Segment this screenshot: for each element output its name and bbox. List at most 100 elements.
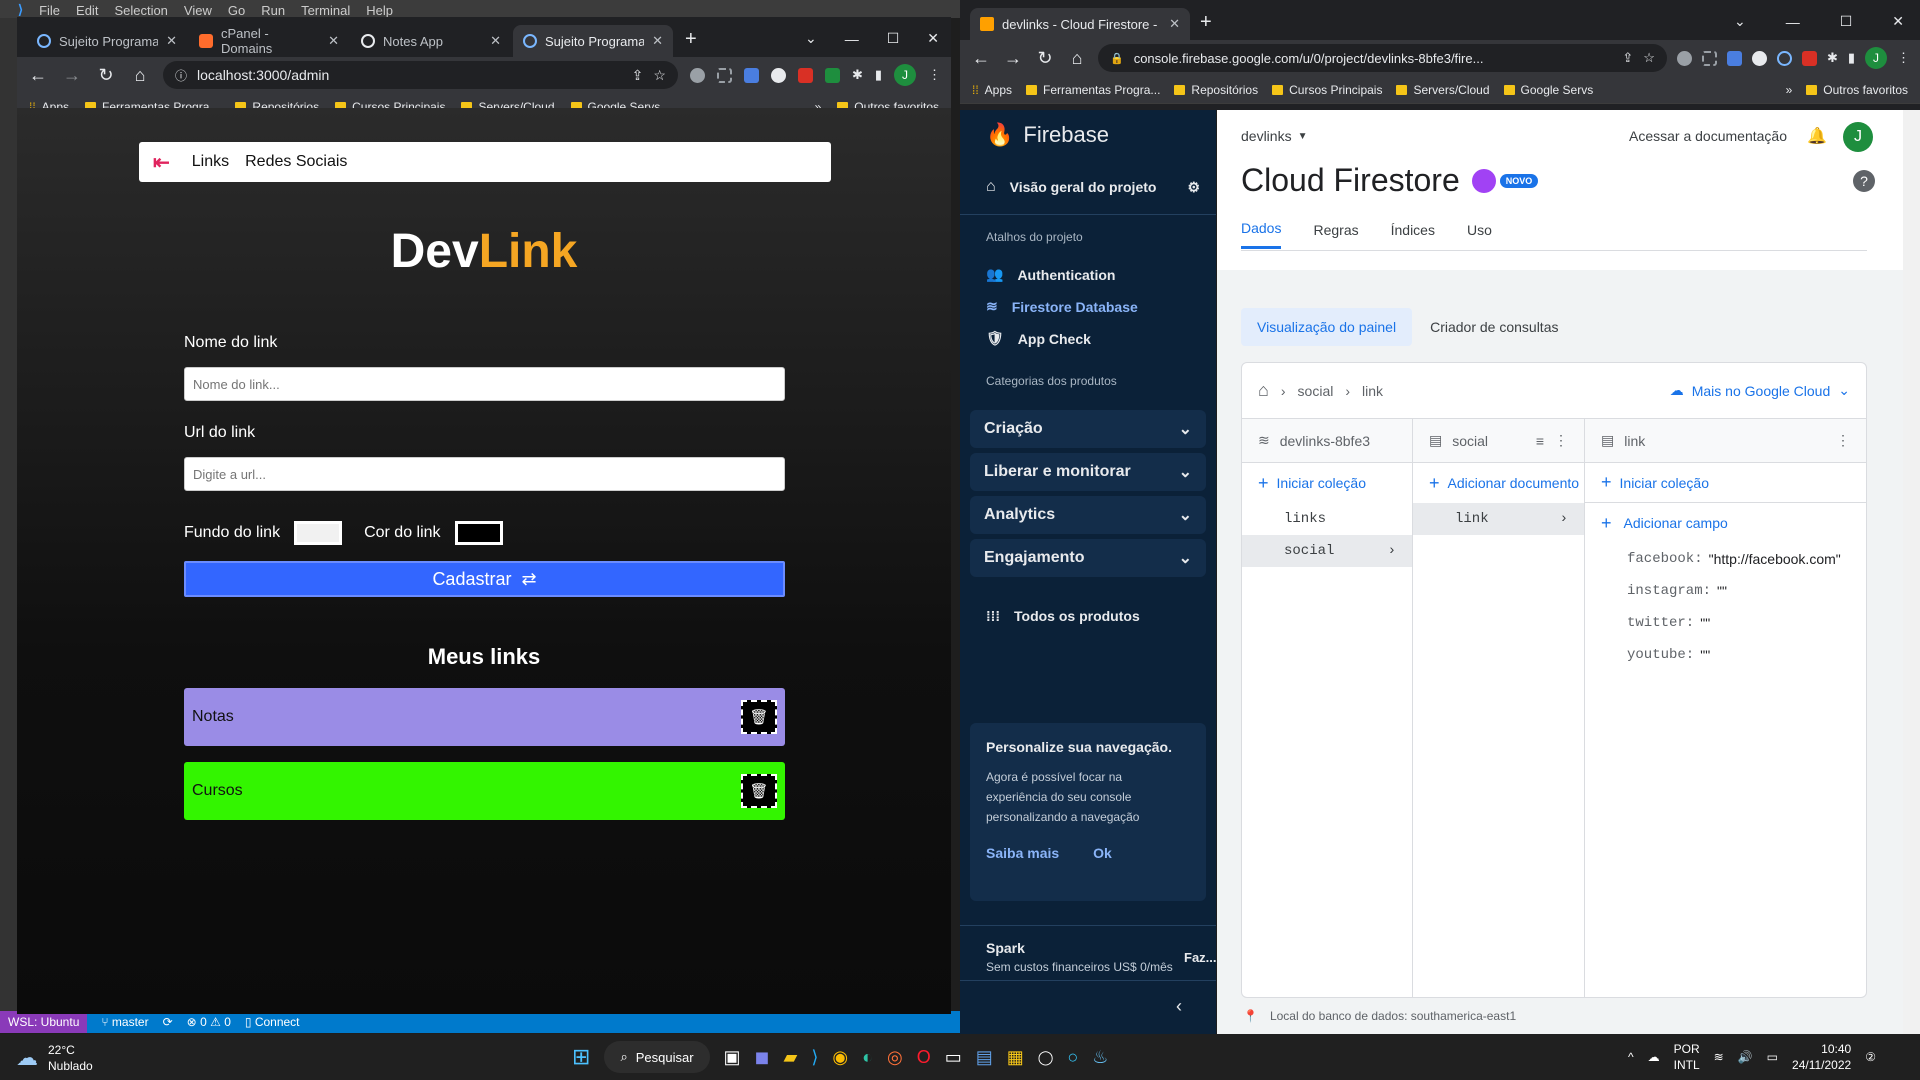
profile-avatar[interactable]: J (894, 64, 916, 86)
bookmark-folder[interactable]: Servers/Cloud (1396, 83, 1490, 97)
bg-color-picker[interactable] (294, 521, 343, 545)
tab-rules[interactable]: Regras (1313, 222, 1358, 248)
help-icon[interactable]: ? (1853, 170, 1875, 192)
minimize-button[interactable]: — (1786, 14, 1800, 30)
menu-help[interactable]: Help (366, 3, 393, 18)
extension-red-icon[interactable] (1801, 50, 1817, 66)
tab-indexes[interactable]: Índices (1391, 222, 1435, 248)
tab-data[interactable]: Dados (1241, 220, 1282, 249)
tray-overflow-icon[interactable]: ^ (1628, 1050, 1634, 1064)
teams-icon[interactable]: ◼ (755, 1047, 770, 1068)
extension-red-icon[interactable] (797, 67, 813, 83)
firebase-tab[interactable]: devlinks - Cloud Firestore - Cons ✕ (970, 8, 1190, 40)
category-build[interactable]: Criação ⌄ (970, 410, 1206, 448)
problems-indicator[interactable]: ⊗ 0 ⚠ 0 (187, 1015, 231, 1029)
close-window-button[interactable]: ✕ (927, 30, 939, 47)
extension-react-icon[interactable] (1776, 50, 1792, 66)
extension-circle-icon[interactable] (1751, 50, 1767, 66)
new-tab-button[interactable]: + (675, 28, 707, 57)
profile-avatar[interactable]: J (1865, 47, 1887, 69)
share-icon[interactable]: ⇪ (1622, 50, 1633, 66)
bookmark-folder[interactable]: Cursos Principais (1272, 83, 1382, 97)
shortcut-authentication[interactable]: 👥 Authentication (986, 266, 1115, 283)
learn-more-button[interactable]: Saiba mais (986, 845, 1059, 861)
firefox-icon[interactable]: ◎ (887, 1047, 903, 1068)
more-vert-icon[interactable]: ⋮ (1554, 432, 1568, 449)
extension-screenshot-icon[interactable] (1701, 50, 1717, 66)
opera-icon[interactable]: O (917, 1047, 931, 1068)
start-collection-button[interactable]: + Iniciar coleção (1242, 463, 1412, 503)
menu-edit[interactable]: Edit (76, 3, 98, 18)
field-row[interactable]: youtube: "" (1627, 639, 1866, 671)
side-panel-icon[interactable]: ▮ (875, 67, 882, 83)
all-products[interactable]: ⁞⁞⁞ Todos os produtos (986, 608, 1140, 624)
vscode-icon[interactable]: ⟩ (811, 1047, 818, 1068)
extension-blue-icon[interactable] (743, 67, 759, 83)
tab-close-icon[interactable]: ✕ (490, 33, 501, 49)
account-avatar[interactable]: J (1843, 122, 1873, 152)
terminal-icon[interactable]: ▭ (945, 1047, 962, 1068)
crumb-social[interactable]: social (1298, 383, 1334, 399)
reload-icon[interactable]: ↻ (1034, 48, 1056, 69)
name-input[interactable]: Nome do link... (184, 367, 785, 401)
bookmark-other[interactable]: Outros favoritos (1806, 83, 1908, 97)
project-selector[interactable]: devlinks ▼ (1241, 128, 1308, 144)
nav-social[interactable]: Redes Sociais (245, 153, 347, 171)
bookmark-apps[interactable]: ⁞⁞ Apps (972, 83, 1012, 97)
forward-icon[interactable]: → (1002, 48, 1024, 69)
extension-green-icon[interactable] (824, 67, 840, 83)
dell-icon[interactable]: ◯ (1038, 1049, 1054, 1066)
submit-button[interactable]: Cadastrar ⇄ (184, 561, 785, 597)
search-box[interactable]: ⌕ Pesquisar (604, 1041, 710, 1073)
bookmark-star-icon[interactable]: ☆ (1643, 50, 1655, 66)
left-address-bar[interactable]: ⓘ localhost:3000/admin ⇪ ☆ (163, 61, 678, 89)
link-item[interactable]: Cursos 🗑 (184, 762, 785, 820)
settings-gear-icon[interactable]: ⚙ (1187, 179, 1200, 196)
edge-icon[interactable]: ◐ (862, 1047, 873, 1068)
share-icon[interactable]: ⇪ (632, 67, 644, 84)
chrome-icon[interactable]: ◉ (832, 1047, 848, 1068)
docs-link[interactable]: Acessar a documentação (1629, 128, 1787, 144)
menu-view[interactable]: View (184, 3, 212, 18)
url-input[interactable]: Digite a url... (184, 457, 785, 491)
sync-icon[interactable]: ⟳ (163, 1015, 173, 1029)
extension-gear-icon[interactable] (689, 67, 705, 83)
file-explorer-icon[interactable]: ▰ (784, 1047, 798, 1068)
cortana-icon[interactable]: ○ (1067, 1047, 1078, 1068)
notifications-icon[interactable]: ② (1865, 1050, 1876, 1064)
menu-go[interactable]: Go (228, 3, 245, 18)
field-row[interactable]: facebook: "http://facebook.com" (1627, 543, 1866, 575)
remote-indicator[interactable]: WSL: Ubuntu (0, 1011, 88, 1033)
tab-search-icon[interactable]: ⌄ (1734, 13, 1746, 30)
onedrive-icon[interactable]: ☁ (1648, 1050, 1660, 1064)
remote-desktop-icon[interactable]: ▤ (976, 1047, 993, 1068)
bookmark-folder[interactable]: Ferramentas Progra... (1026, 83, 1160, 97)
category-release[interactable]: Liberar e monitorar ⌄ (970, 453, 1206, 491)
side-panel-icon[interactable]: ▮ (1848, 50, 1855, 66)
crumb-link[interactable]: link (1362, 383, 1383, 399)
collapse-sidebar-icon[interactable]: ‹ (1176, 996, 1182, 1017)
extensions-puzzle-icon[interactable]: ✱ (852, 67, 863, 83)
notifications-bell-icon[interactable]: 🔔 (1807, 126, 1827, 146)
filter-icon[interactable]: ≡ (1536, 433, 1544, 449)
battery-icon[interactable]: ▭ (1767, 1050, 1778, 1064)
forward-icon[interactable]: → (61, 65, 83, 86)
chrome-menu-icon[interactable]: ⋮ (928, 67, 941, 83)
tab-close-icon[interactable]: ✕ (1169, 16, 1180, 32)
clock[interactable]: 10:40 24/11/2022 (1792, 1041, 1851, 1073)
category-analytics[interactable]: Analytics ⌄ (970, 496, 1206, 534)
tab-close-icon[interactable]: ✕ (328, 33, 339, 49)
close-window-button[interactable]: ✕ (1892, 13, 1904, 30)
shortcut-firestore[interactable]: ≋ Firestore Database (986, 298, 1138, 315)
ok-button[interactable]: Ok (1093, 845, 1112, 861)
extension-screenshot-icon[interactable] (716, 67, 732, 83)
minimize-button[interactable]: — (845, 31, 859, 47)
language-indicator[interactable]: POR INTL (1674, 1041, 1700, 1073)
bookmark-folder[interactable]: Google Servs (1503, 83, 1593, 97)
tab-usage[interactable]: Uso (1467, 222, 1492, 248)
back-icon[interactable]: ← (27, 65, 49, 86)
nav-links[interactable]: Links (192, 153, 229, 171)
home-icon[interactable]: ⌂ (1066, 48, 1088, 69)
document-item-selected[interactable]: link › (1413, 503, 1584, 535)
calculator-icon[interactable]: ▦ (1007, 1047, 1024, 1068)
